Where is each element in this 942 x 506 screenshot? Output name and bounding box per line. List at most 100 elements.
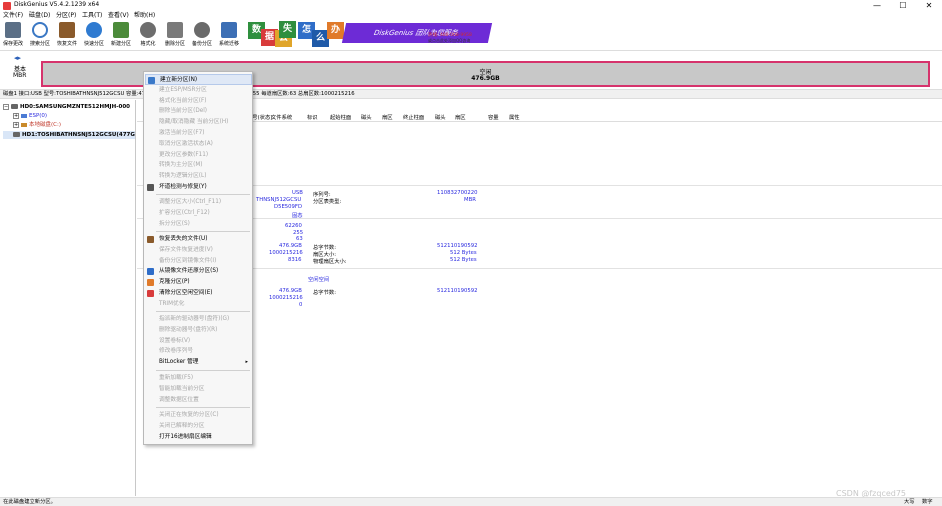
menu-assign-drive-letter[interactable]: 指派新的驱动器号(盘符)(G) bbox=[145, 314, 252, 325]
tree-item-local-c[interactable]: + 本地磁盘(C:) bbox=[13, 121, 61, 129]
expand-icon[interactable]: + bbox=[13, 112, 19, 119]
model-value: THNSNJ512GCSU bbox=[256, 197, 302, 203]
menu-save-recovery-progress[interactable]: 保存文件恢复进度(V) bbox=[145, 245, 252, 256]
menu-restore-from-image[interactable]: 从镜像文件还原分区(S) bbox=[145, 266, 252, 277]
sector-size-value: 512 Bytes bbox=[450, 250, 477, 256]
banner-tile: 失 bbox=[279, 21, 296, 38]
menu-new-partition[interactable]: 建立新分区(N) bbox=[145, 74, 252, 85]
menu-format-partition[interactable]: 格式化当前分区(F) bbox=[145, 96, 252, 107]
menu-help[interactable]: 帮助(H) bbox=[134, 11, 155, 20]
menu-convert-logical[interactable]: 转换为逻辑分区(L) bbox=[145, 171, 252, 182]
menu-split-partition[interactable]: 拆分分区(S) bbox=[145, 219, 252, 230]
menu-set-volume-label[interactable]: 设置卷标(V) bbox=[145, 336, 252, 347]
free-space-title: 空闲空间 bbox=[308, 277, 330, 283]
partition-icon bbox=[21, 113, 27, 118]
backup-icon bbox=[194, 22, 210, 38]
menu-activate-partition[interactable]: 激活当前分区(F7) bbox=[145, 128, 252, 139]
menu-change-volume-serial[interactable]: 修改卷序列号 bbox=[145, 346, 252, 357]
col-attr: 属性 bbox=[509, 115, 520, 121]
recover-files-button[interactable]: 恢复文件 bbox=[54, 22, 80, 49]
banner-qq: 或点击此处添加QQ咨询 bbox=[428, 38, 471, 43]
context-menu: 建立新分区(N) 建立ESP/MSR分区 格式化当前分区(F) 删除当前分区(D… bbox=[143, 71, 253, 445]
nav-arrows-icon[interactable]: ◂▸ bbox=[14, 54, 21, 62]
menu-trim[interactable]: TRIM优化 bbox=[145, 299, 252, 310]
menu-change-params[interactable]: 更改分区参数(F11) bbox=[145, 150, 252, 161]
divider bbox=[137, 268, 942, 269]
backup-partition-button[interactable]: 备份分区 bbox=[189, 22, 215, 49]
expand-icon[interactable]: + bbox=[13, 121, 19, 128]
menu-separator bbox=[156, 407, 250, 408]
free-bytes-value: 512110190592 bbox=[437, 288, 478, 294]
banner-tile: 办 bbox=[327, 22, 344, 39]
minimize-button[interactable]: — bbox=[864, 0, 890, 11]
migrate-icon bbox=[221, 22, 237, 38]
col-sector2: 扇区 bbox=[455, 115, 466, 121]
format-icon bbox=[140, 22, 156, 38]
menu-close-recovering-partition[interactable]: 关闭正在恢复的分区(C) bbox=[145, 410, 252, 421]
menu-convert-primary[interactable]: 转换为主分区(M) bbox=[145, 160, 252, 171]
menu-delete-partition[interactable]: 删除当前分区(Del) bbox=[145, 106, 252, 117]
col-head2: 磁头 bbox=[435, 115, 446, 121]
menu-bitlocker[interactable]: BitLocker 管理 ▸ bbox=[145, 357, 252, 368]
disk-info-line: 磁盘1 接口:USB 型号:TOSHIBATHNSNJ512GCSU 容量:47… bbox=[0, 89, 942, 99]
tree-label: HD0:SAMSUNGMZNTE512HMJH-000 bbox=[20, 104, 130, 110]
system-migrate-button[interactable]: 系统迁移 bbox=[216, 22, 242, 49]
tree-item-disk0[interactable]: − HD0:SAMSUNGMZNTE512HMJH-000 bbox=[3, 103, 130, 111]
total-bytes-value: 512110190592 bbox=[437, 243, 478, 249]
collapse-icon[interactable]: − bbox=[3, 103, 9, 110]
quick-partition-button[interactable]: 快速分区 bbox=[81, 22, 107, 49]
menu-tools[interactable]: 工具(T) bbox=[82, 11, 102, 20]
menu-reload[interactable]: 重新加载(F5) bbox=[145, 373, 252, 384]
disk-table-type: MBR bbox=[13, 72, 27, 79]
menu-partition[interactable]: 分区(P) bbox=[56, 11, 76, 20]
toolbar-label: 搜索分区 bbox=[29, 41, 50, 47]
interface-value: USB bbox=[292, 190, 303, 196]
toolbar-label: 格式化 bbox=[140, 41, 156, 47]
menu-clone-partition[interactable]: 克隆分区(P) bbox=[145, 277, 252, 288]
menu-open-hex-editor[interactable]: 打开16进制扇区编辑 bbox=[145, 432, 252, 443]
format-button[interactable]: 格式化 bbox=[135, 22, 161, 49]
menu-wipe-free-space[interactable]: 清除分区空闲空间(E) bbox=[145, 288, 252, 299]
save-changes-button[interactable]: 保存更改 bbox=[0, 22, 26, 49]
phys-sector-value: 512 Bytes bbox=[450, 257, 477, 263]
tree-item-esp[interactable]: + ESP(0) bbox=[13, 112, 47, 120]
menu-adjust-data-area[interactable]: 调整数据区位置 bbox=[145, 395, 252, 406]
menu-remove-drive-letter[interactable]: 删除驱动器号(盘符)(R) bbox=[145, 325, 252, 336]
menu-deactivate-partition[interactable]: 取消分区激活状态(A) bbox=[145, 139, 252, 150]
menu-bad-sector-check[interactable]: 坏道检测与修复(Y) bbox=[145, 182, 252, 193]
menu-disk[interactable]: 磁盘(D) bbox=[29, 11, 50, 20]
menu-smart-load[interactable]: 智能加载当前分区 bbox=[145, 384, 252, 395]
delete-partition-button[interactable]: 删除分区 bbox=[162, 22, 188, 49]
menu-resize-partition[interactable]: 调整分区大小(Ctrl_F11) bbox=[145, 197, 252, 208]
caps-indicator: 大写 bbox=[904, 499, 915, 505]
sn-value: D5E509FD bbox=[274, 204, 303, 210]
partition-table-header: 序号(状态) 文件系统 标识 起始柱面 磁头 扇区 终止柱面 磁头 扇区 容量 … bbox=[137, 112, 942, 122]
title-bar: DiskGenius V5.4.2.1239 x64 — ☐ ✕ bbox=[0, 0, 942, 11]
menu-separator bbox=[156, 194, 250, 195]
free-bytes-label: 总字节数: bbox=[313, 290, 336, 296]
maximize-button[interactable]: ☐ bbox=[890, 0, 916, 11]
menu-backup-to-image[interactable]: 备份分区到镜像文件(I) bbox=[145, 256, 252, 267]
tree-item-disk1[interactable]: HD1:TOSHIBATHNSNJ512GCSU(477G bbox=[3, 131, 135, 139]
promo-banner[interactable]: 数 据 丢 失 怎 么 办 DiskGenius 团队为您服务 热线: 400-… bbox=[248, 21, 493, 49]
window-title: DiskGenius V5.4.2.1239 x64 bbox=[14, 1, 100, 8]
search-icon bbox=[32, 22, 48, 38]
disk-icon bbox=[13, 132, 20, 137]
divider bbox=[137, 218, 942, 219]
menu-hide-partition[interactable]: 隐藏/取消隐藏 当前分区(H) bbox=[145, 117, 252, 128]
close-button[interactable]: ✕ bbox=[916, 0, 942, 11]
new-partition-button[interactable]: 新建分区 bbox=[108, 22, 134, 49]
col-id: 标识 bbox=[307, 115, 318, 121]
menu-view[interactable]: 查看(V) bbox=[108, 11, 129, 20]
menu-file[interactable]: 文件(F) bbox=[3, 11, 23, 20]
menu-recover-lost-files[interactable]: 恢复丢失的文件(U) bbox=[145, 234, 252, 245]
status-bar: 在此磁盘建立新分区。 大写 数字 bbox=[0, 497, 942, 506]
menu-separator bbox=[156, 370, 250, 371]
total-sectors-value: 1000215216 bbox=[269, 250, 303, 256]
col-head: 磁头 bbox=[361, 115, 372, 121]
menu-extend-partition[interactable]: 扩容分区(Ctrl_F12) bbox=[145, 208, 252, 219]
search-partition-button[interactable]: 搜索分区 bbox=[27, 22, 53, 49]
save-icon bbox=[5, 22, 21, 38]
menu-create-esp-msr[interactable]: 建立ESP/MSR分区 bbox=[145, 85, 252, 96]
menu-close-interpreted-partition[interactable]: 关闭已解释的分区 bbox=[145, 421, 252, 432]
